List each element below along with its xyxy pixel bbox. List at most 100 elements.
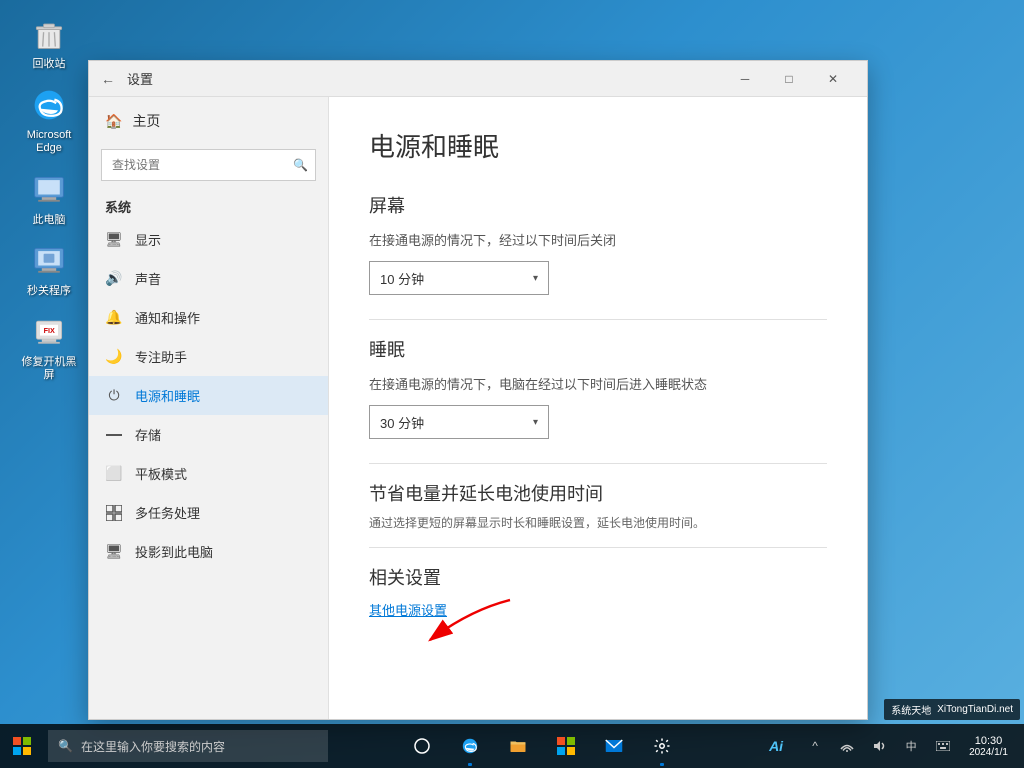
main-content: 电源和睡眠 屏幕 在接通电源的情况下，经过以下时间后关闭 10 分钟 ▾ 睡眠 … — [329, 97, 867, 719]
home-label: 主页 — [132, 111, 160, 131]
display-label: 显示 — [135, 230, 161, 249]
taskbar-app-icons — [332, 724, 751, 768]
sidebar-home-button[interactable]: 🏠 主页 — [89, 97, 328, 145]
edge-icon — [29, 85, 69, 125]
secret-app-label: 秒关程序 — [27, 285, 71, 298]
taskbar-ai-button[interactable]: Ai — [751, 724, 801, 768]
project-label: 投影到此电脑 — [135, 542, 213, 561]
watermark-url: XiTongTianDi.net — [937, 704, 1013, 715]
screen-section-desc: 在接通电源的情况下，经过以下时间后关闭 — [369, 230, 827, 249]
window-title: 设置 — [127, 69, 723, 88]
divider-1 — [369, 319, 827, 320]
tray-expand-button[interactable]: ^ — [801, 724, 829, 768]
desktop-icon-this-pc[interactable]: 此电脑 — [14, 166, 84, 231]
taskbar-search-bar[interactable]: 🔍 在这里输入你要搜索的内容 — [48, 730, 328, 762]
focus-label: 专注助手 — [135, 347, 187, 366]
tablet-label: 平板模式 — [135, 464, 187, 483]
sidebar-item-project[interactable]: 🖥 投影到此电脑 — [89, 532, 328, 571]
back-button[interactable]: ← — [101, 71, 115, 87]
home-icon: 🏠 — [105, 113, 122, 130]
taskbar-files-button[interactable] — [496, 724, 540, 768]
sidebar-item-storage[interactable]: 存储 — [89, 415, 328, 454]
window-controls: ─ □ ✕ — [723, 63, 855, 95]
taskbar: 🔍 在这里输入你要搜索的内容 — [0, 724, 1024, 768]
ai-label: Ai — [769, 738, 783, 754]
sidebar-item-display[interactable]: 🖥 显示 — [89, 220, 328, 259]
desktop-icon-secret-app[interactable]: 秒关程序 — [14, 237, 84, 302]
clock-date: 2024/1/1 — [969, 747, 1008, 758]
sleep-timeout-dropdown[interactable]: 30 分钟 ▾ — [369, 405, 549, 439]
sleep-dropdown-arrow: ▾ — [533, 417, 538, 428]
display-icon: 🖥 — [105, 231, 123, 249]
sidebar-item-sound[interactable]: 🔊 声音 — [89, 259, 328, 298]
other-power-settings-link[interactable]: 其他电源设置 — [369, 600, 447, 619]
this-pc-label: 此电脑 — [33, 214, 66, 227]
settings-window: ← 设置 ─ □ ✕ 🏠 主页 🔍 系统 — [88, 60, 868, 720]
battery-section: 节省电量并延长电池使用时间 通过选择更短的屏幕显示时长和睡眠设置，延长电池使用时… — [369, 480, 827, 531]
tablet-icon: ⬜ — [105, 465, 123, 483]
taskbar-mail-button[interactable] — [592, 724, 636, 768]
screen-timeout-dropdown[interactable]: 10 分钟 ▾ — [369, 261, 549, 295]
recycle-bin-label: 回收站 — [33, 58, 66, 71]
sidebar-search-container: 🔍 — [101, 149, 316, 181]
sound-label: 声音 — [135, 269, 161, 288]
sidebar-item-multitask[interactable]: 多任务处理 — [89, 493, 328, 532]
focus-icon: 🌙 — [105, 348, 123, 366]
sound-icon: 🔊 — [105, 270, 123, 288]
search-input[interactable] — [101, 149, 316, 181]
minimize-button[interactable]: ─ — [723, 63, 767, 95]
sidebar-item-tablet[interactable]: ⬜ 平板模式 — [89, 454, 328, 493]
recycle-bin-icon — [29, 14, 69, 54]
power-label: 电源和睡眠 — [135, 386, 200, 405]
screen-dropdown-arrow: ▾ — [533, 273, 538, 284]
sleep-timeout-value: 30 分钟 — [380, 413, 424, 432]
sidebar: 🏠 主页 🔍 系统 🖥 显示 🔊 声音 🔔 通 — [89, 97, 329, 719]
edge-label: Microsoft Edge — [18, 129, 80, 155]
close-button[interactable]: ✕ — [811, 63, 855, 95]
tray-keyboard-icon[interactable] — [929, 724, 957, 768]
related-section: 相关设置 其他电源设置 — [369, 564, 827, 620]
tray-lang-icon[interactable]: 中 — [897, 724, 925, 768]
taskbar-edge-button[interactable] — [448, 724, 492, 768]
battery-desc: 通过选择更短的屏幕显示时长和睡眠设置，延长电池使用时间。 — [369, 514, 827, 531]
task-view-button[interactable] — [400, 724, 444, 768]
taskbar-settings-button[interactable] — [640, 724, 684, 768]
storage-icon — [105, 426, 123, 444]
screen-section-title: 屏幕 — [369, 192, 827, 218]
sleep-section-desc: 在接通电源的情况下，电脑在经过以下时间后进入睡眠状态 — [369, 374, 827, 393]
sidebar-item-power[interactable]: ⏻ 电源和睡眠 — [89, 376, 328, 415]
taskbar-clock[interactable]: 10:30 2024/1/1 — [961, 735, 1016, 758]
window-body: 🏠 主页 🔍 系统 🖥 显示 🔊 声音 🔔 通 — [89, 97, 867, 719]
multitask-icon — [105, 504, 123, 522]
screen-timeout-value: 10 分钟 — [380, 269, 424, 288]
page-title: 电源和睡眠 — [369, 127, 827, 164]
desktop-icon-fix-app[interactable]: FIX 修复开机黑屏 — [14, 308, 84, 386]
maximize-button[interactable]: □ — [767, 63, 811, 95]
taskbar-store-button[interactable] — [544, 724, 588, 768]
desktop-icons: 回收站 Microsoft Edge — [14, 10, 84, 386]
svg-text:FIX: FIX — [44, 326, 55, 335]
divider-2 — [369, 463, 827, 464]
desktop-icon-recycle-bin[interactable]: 回收站 — [14, 10, 84, 75]
fix-app-label: 修复开机黑屏 — [18, 356, 80, 382]
start-button[interactable] — [0, 724, 44, 768]
watermark-text: 系统天地 — [891, 702, 931, 717]
this-pc-icon — [29, 170, 69, 210]
related-title: 相关设置 — [369, 564, 827, 590]
taskbar-search-placeholder: 在这里输入你要搜索的内容 — [81, 738, 225, 755]
clock-time: 10:30 — [969, 735, 1008, 747]
notifications-label: 通知和操作 — [135, 308, 200, 327]
secret-app-icon — [29, 241, 69, 281]
tray-volume-icon[interactable] — [865, 724, 893, 768]
tray-network-icon[interactable] — [833, 724, 861, 768]
desktop: 回收站 Microsoft Edge — [0, 0, 1024, 768]
project-icon: 🖥 — [105, 543, 123, 561]
screen-dropdown-row: 10 分钟 ▾ — [369, 261, 827, 295]
divider-3 — [369, 547, 827, 548]
power-icon: ⏻ — [105, 387, 123, 405]
title-bar: ← 设置 ─ □ ✕ — [89, 61, 867, 97]
sidebar-item-focus[interactable]: 🌙 专注助手 — [89, 337, 328, 376]
search-icon: 🔍 — [293, 158, 308, 172]
sidebar-item-notifications[interactable]: 🔔 通知和操作 — [89, 298, 328, 337]
desktop-icon-edge[interactable]: Microsoft Edge — [14, 81, 84, 159]
